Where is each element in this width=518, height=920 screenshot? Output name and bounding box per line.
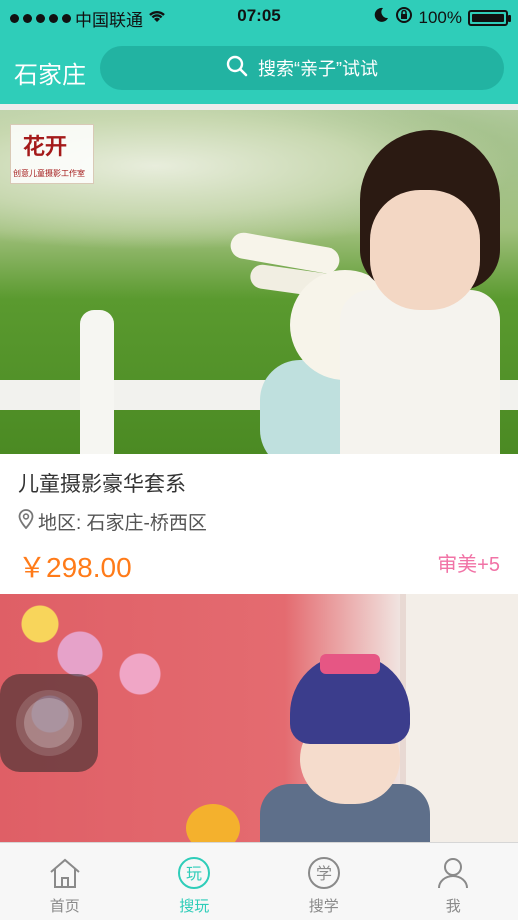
svg-text:学: 学	[316, 864, 332, 883]
tab-label: 搜学	[308, 898, 339, 915]
moon-icon	[373, 7, 389, 28]
search-bar[interactable]: 搜索“亲子”试试	[100, 46, 504, 90]
tab-label: 首页	[49, 898, 80, 915]
user-icon	[435, 855, 471, 891]
tab-play[interactable]: 玩 搜玩	[130, 843, 260, 920]
baby-image	[186, 614, 430, 842]
child-image	[330, 130, 500, 454]
status-right: 100%	[373, 6, 511, 29]
listing-title: 儿童摄影豪华套系	[18, 473, 186, 496]
tab-me[interactable]: 我	[389, 843, 518, 920]
svg-text:玩: 玩	[186, 864, 202, 883]
listing-card-next[interactable]	[0, 594, 518, 842]
listing-tag: 审美+5	[437, 554, 500, 576]
header: 中国联通 07:05 100% 石家庄 搜索“亲子”试试	[0, 0, 518, 104]
study-circle-icon: 学	[306, 855, 342, 891]
region-label: 地区: 石家庄-桥西区	[38, 513, 207, 534]
listing-region: 地区: 石家庄-桥西区	[18, 508, 207, 535]
tab-study[interactable]: 学 搜学	[259, 843, 389, 920]
tab-bar: 首页 玩 搜玩 学 搜学 我	[0, 842, 518, 920]
studio-logo: 花开 创意儿童摄影工作室	[10, 124, 94, 184]
rotation-lock-icon	[395, 6, 413, 29]
listing-photo[interactable]: 花开 创意儿童摄影工作室	[0, 110, 518, 454]
assistive-touch-button[interactable]	[0, 674, 98, 772]
location-pin-icon	[18, 508, 34, 535]
status-bar: 中国联通 07:05 100%	[0, 0, 518, 36]
tab-label: 搜玩	[179, 898, 210, 915]
tab-label: 我	[445, 898, 461, 915]
listing-price: ￥298.00	[18, 552, 132, 583]
search-placeholder: 搜索“亲子”试试	[258, 59, 378, 79]
battery-icon	[468, 9, 511, 26]
house-icon	[47, 855, 83, 891]
play-circle-icon: 玩	[176, 855, 212, 891]
battery-percent: 100%	[418, 7, 462, 27]
city-selector[interactable]: 石家庄	[14, 55, 86, 90]
listing-card[interactable]: 花开 创意儿童摄影工作室 儿童摄影豪华套系 地区: 石家庄-桥西区 ￥298.0…	[0, 110, 518, 594]
search-icon	[226, 55, 248, 82]
tab-home[interactable]: 首页	[0, 843, 130, 920]
